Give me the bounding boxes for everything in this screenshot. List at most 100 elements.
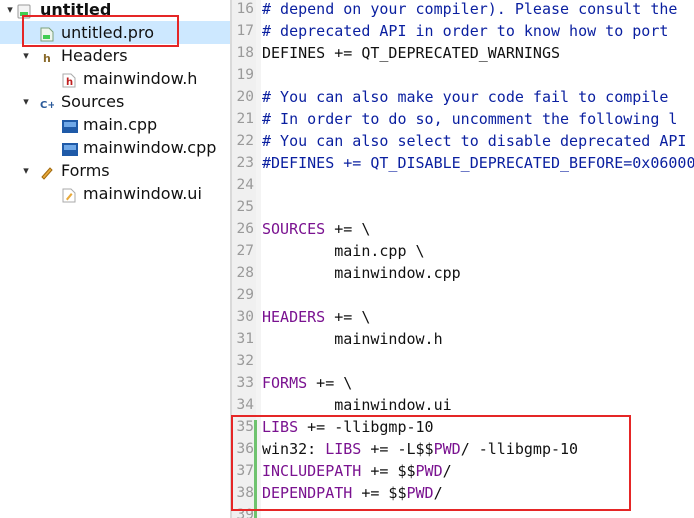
code-line[interactable]: main.cpp \ [262,240,424,262]
code-text: mainwindow.ui [262,396,452,414]
expand-arrow-icon[interactable]: ▾ [4,0,16,21]
line-number: 28 [236,265,254,281]
expand-arrow-icon[interactable]: ▾ [20,90,32,113]
line-number: 36 [236,441,254,457]
code-line[interactable]: SOURCES += \ [262,218,370,240]
line-number: 37 [236,463,254,479]
line-number: 33 [236,375,254,391]
code-text: mainwindow.h [262,330,443,348]
tree-item-untitled[interactable]: ▾ untitled [0,0,230,21]
expand-arrow-icon[interactable]: ▾ [20,159,32,182]
sources-folder-icon: C+ [40,94,56,111]
line-number: 25 [236,199,254,215]
tree-item-mainwindow-cpp[interactable]: mainwindow.cpp [0,136,230,159]
tree-item-mainwindow-ui[interactable]: mainwindow.ui [0,182,230,205]
qt-project-icon [17,2,31,19]
code-text: += $$ [352,484,407,502]
line-number: 29 [236,287,254,303]
code-line[interactable]: # You can also select to disable depreca… [262,130,686,152]
pro-file-icon [40,25,54,42]
code-text: += -L$$ [361,440,434,458]
expand-arrow-icon[interactable]: ▾ [20,44,32,67]
code-keyword: INCLUDEPATH [262,462,362,480]
code-editor[interactable]: 16 17 18 19 20 21 22 23 24 25 26 27 28 29 30 31 32 33 34 35… [232,0,694,518]
code-keyword: HEADERS [262,308,326,326]
code-line[interactable]: DEFINES += QT_DEPRECATED_WARNINGS [262,42,560,64]
line-number: 27 [236,243,254,259]
code-comment: #DEFINES += QT_DISABLE_DEPRECATED_BEFORE… [262,154,694,172]
line-number: 26 [236,221,254,237]
cpp-file-icon [62,117,78,133]
line-number: 38 [236,485,254,501]
tree-item-headers[interactable]: ▾ h Headers [0,44,230,67]
line-number: 34 [236,397,254,413]
code-line[interactable]: LIBS += -llibgmp-10 [262,416,434,438]
code-line[interactable]: win32: LIBS += -L$$PWD/ -llibgmp-10 [262,438,578,460]
tree-item-forms[interactable]: ▾ Forms [0,159,230,182]
code-comment: # You can also make your code fail to co… [262,88,669,106]
line-number: 24 [236,177,254,193]
tree-item-mainwindow-h[interactable]: h mainwindow.h [0,67,230,90]
svg-text:h: h [66,77,73,88]
code-line[interactable]: HEADERS += \ [262,306,370,328]
code-keyword: SOURCES [262,220,326,238]
cpp-file-icon [62,140,78,156]
code-comment: # deprecated API in order to know how to… [262,22,669,40]
line-number: 23 [236,155,254,171]
code-text: win32: [262,440,326,458]
code-line[interactable]: mainwindow.h [262,328,443,350]
change-marker-bar [254,420,257,518]
ui-file-icon [62,186,76,203]
forms-folder-icon [40,163,54,180]
line-number: 18 [236,45,254,61]
code-keyword: FORMS [262,374,308,392]
code-line[interactable]: # deprecated API in order to know how to… [262,20,668,42]
line-number: 35 [236,419,254,435]
line-number-gutter: 16 17 18 19 20 21 22 23 24 25 26 27 28 29 30 31 32 33 34 35… [232,0,256,518]
code-line[interactable]: # You can also make your code fail to co… [262,86,668,108]
tree-item-label: untitled [40,0,112,19]
code-line[interactable]: mainwindow.cpp [262,262,460,284]
code-keyword: PWD [415,462,443,480]
header-file-icon: h [62,71,76,88]
code-comment: # You can also select to disable depreca… [262,132,687,150]
code-comment: # depend on your compiler). Please consu… [262,0,678,18]
code-line[interactable]: # In order to do so, uncomment the follo… [262,108,677,130]
tree-item-label: main.cpp [83,115,158,134]
code-line[interactable]: DEPENDPATH += $$PWD/ [262,482,443,504]
line-number: 39 [236,507,254,518]
line-number: 21 [236,111,254,127]
code-line[interactable]: INCLUDEPATH += $$PWD/ [262,460,452,482]
code-keyword: DEPENDPATH [262,484,353,502]
code-text: DEFINES += QT_DEPRECATED_WARNINGS [262,44,561,62]
headers-folder-icon: h [40,48,54,65]
tree-item-label: Forms [61,161,110,180]
code-text: += \ [307,374,353,392]
code-line[interactable]: FORMS += \ [262,372,352,394]
tree-item-label: mainwindow.h [83,69,198,88]
line-number: 20 [236,89,254,105]
line-number: 30 [236,309,254,325]
line-number: 16 [236,1,254,17]
line-number: 22 [236,133,254,149]
code-text: / [442,462,452,480]
tree-item-label: mainwindow.ui [83,184,202,203]
code-keyword: LIBS [262,418,299,436]
line-number: 32 [236,353,254,369]
code-line[interactable]: mainwindow.ui [262,394,452,416]
svg-text:C+: C+ [40,100,54,111]
code-text: / [433,484,443,502]
code-text: += \ [325,220,371,238]
code-text: / -llibgmp-10 [460,440,579,458]
code-keyword: PWD [406,484,434,502]
code-text: += -llibgmp-10 [298,418,434,436]
tree-item-main-cpp[interactable]: main.cpp [0,113,230,136]
tree-item-sources[interactable]: ▾ C+ Sources [0,90,230,113]
code-line[interactable]: #DEFINES += QT_DISABLE_DEPRECATED_BEFORE… [262,152,694,174]
tree-item-untitled-pro[interactable]: untitled.pro [0,21,230,44]
code-line[interactable]: # depend on your compiler). Please consu… [262,0,677,20]
code-comment: # In order to do so, uncomment the follo… [262,110,678,128]
line-number: 31 [236,331,254,347]
line-number: 17 [236,23,254,39]
project-tree[interactable]: ▾ untitled untitled.pro ▾ h Headers h mainwindo… [0,0,230,518]
